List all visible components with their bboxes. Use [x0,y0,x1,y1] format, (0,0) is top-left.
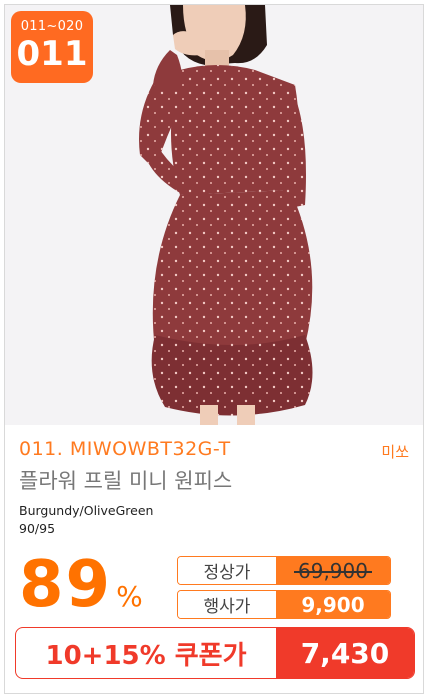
percent-symbol: % [116,580,143,613]
regular-price-value: 69,900 [294,558,372,583]
product-card[interactable]: 011~020 011 011. MIWOWBT32G-T 미쏘 플라워 프릴 … [4,4,424,694]
brand-name[interactable]: 미쏘 [381,441,409,462]
product-color: Burgundy/OliveGreen [19,503,154,518]
regular-price-row: 정상가 69,900 [177,556,391,585]
ranking-badge: 011~020 011 [11,11,93,83]
product-name[interactable]: 플라워 프릴 미니 원피스 [19,465,232,495]
event-price-row: 행사가 9,900 [177,590,391,619]
coupon-price-value: 7,430 [276,628,414,678]
product-code[interactable]: 011. MIWOWBT32G-T [19,438,231,460]
event-price-label: 행사가 [178,591,276,618]
product-image[interactable]: 011~020 011 [5,5,423,425]
regular-price-label: 정상가 [178,557,276,584]
badge-range: 011~020 [20,19,84,34]
discount-percent: 89 [19,548,113,622]
coupon-price-box[interactable]: 10+15% 쿠폰가 7,430 [15,627,415,679]
event-price-value: 9,900 [276,591,390,618]
regular-price-value-box: 69,900 [276,557,390,584]
coupon-price-label: 10+15% 쿠폰가 [45,640,247,671]
badge-number: 011 [16,34,88,74]
product-size: 90/95 [19,521,56,536]
discount-rate: 89% [19,545,143,625]
